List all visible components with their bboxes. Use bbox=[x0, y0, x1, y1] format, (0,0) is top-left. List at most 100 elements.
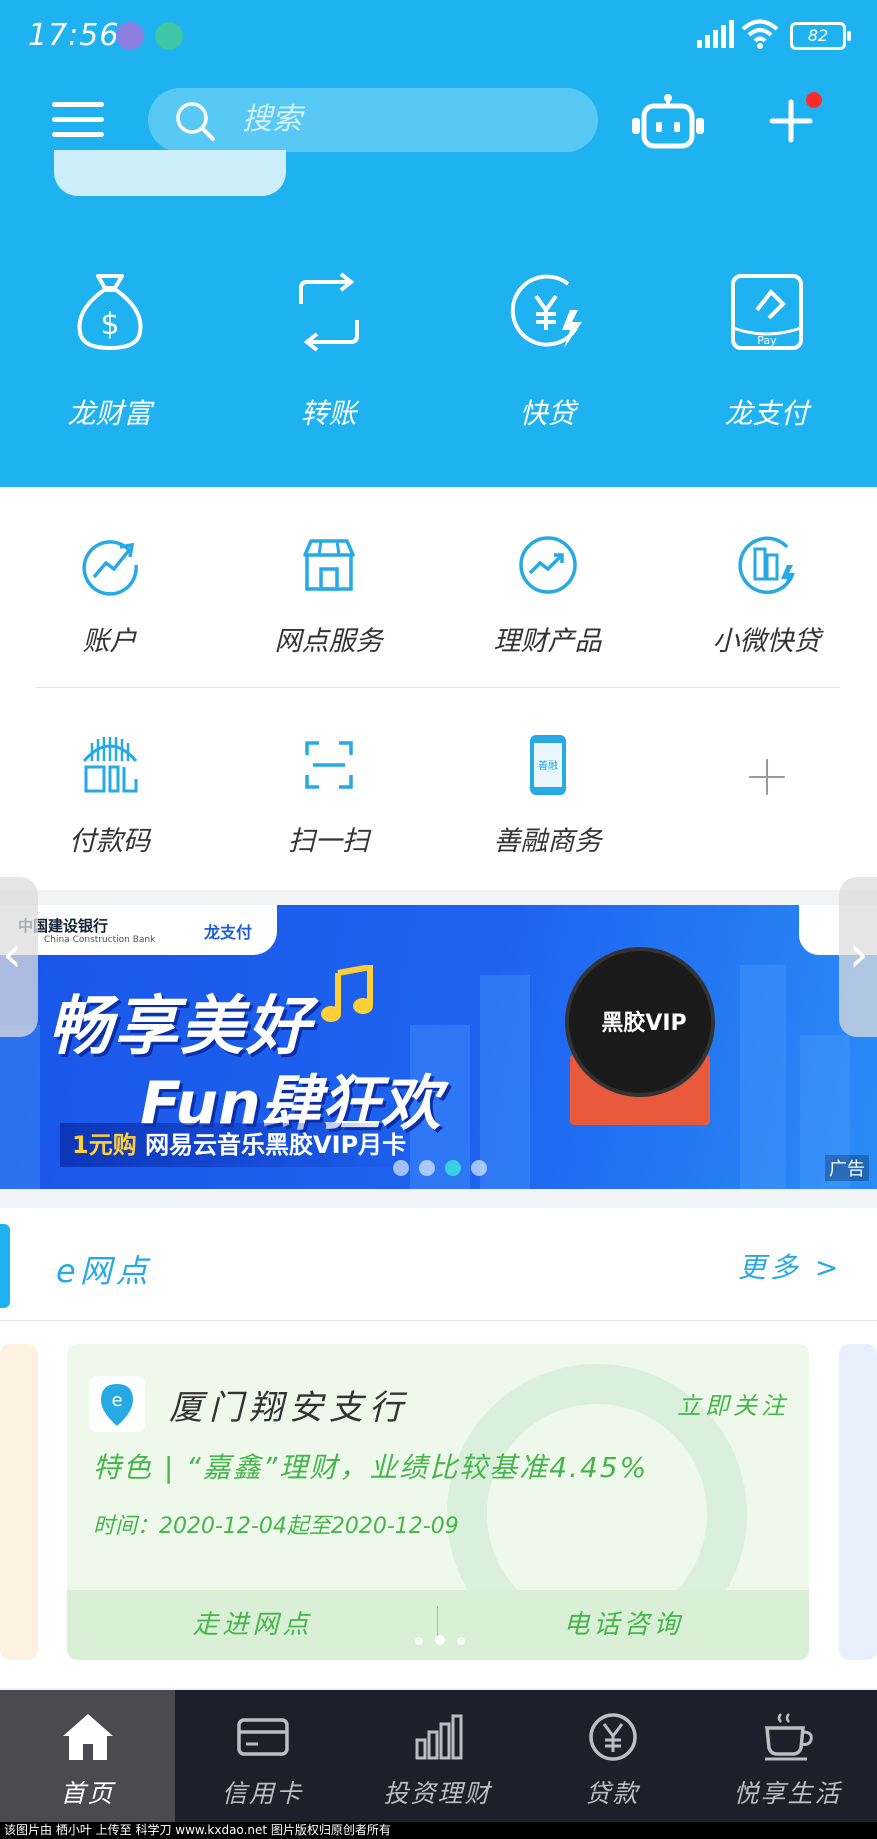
banner-next-button[interactable]: › bbox=[839, 877, 877, 1037]
offer-text: 网易云音乐黑胶VIP月卡 bbox=[145, 1131, 407, 1159]
section-accent bbox=[0, 1224, 10, 1308]
quick-action-long-pay[interactable]: Pay 龙支付 bbox=[657, 270, 876, 450]
card-dot-active bbox=[435, 1635, 445, 1645]
status-bar: 17:56 82 bbox=[0, 0, 877, 70]
long-pay-icon: Pay bbox=[730, 274, 803, 350]
service-scan[interactable]: 扫一扫 bbox=[219, 733, 438, 883]
search-bar[interactable] bbox=[148, 88, 598, 152]
service-shanrong[interactable]: 善融 善融商务 bbox=[438, 733, 657, 883]
prev-branch-card[interactable] bbox=[0, 1344, 38, 1660]
promo-banner[interactable]: 中国建设银行 China Construction Bank 龙支付 畅享美好 … bbox=[0, 905, 877, 1189]
branch-feature: 特色 | “嘉鑫”理财，业绩比较基准4.45% bbox=[93, 1451, 649, 1484]
shanrong-commerce-icon: 善融 bbox=[529, 735, 566, 795]
vinyl-label: 黑胶VIP bbox=[601, 1011, 687, 1036]
banner-pagination bbox=[393, 1160, 497, 1180]
tab-label: 投资理财 bbox=[383, 1779, 492, 1808]
tab-label: 信用卡 bbox=[221, 1779, 303, 1808]
service-label: 账户 bbox=[82, 626, 137, 657]
banner-offer: 1元购 网易云音乐黑胶VIP月卡 bbox=[60, 1123, 419, 1167]
quick-action-label: 龙财富 bbox=[67, 397, 152, 430]
banner-decoration bbox=[480, 975, 530, 1189]
bank-brand-bar: 中国建设银行 China Construction Bank 龙支付 bbox=[0, 905, 277, 955]
service-small-loan[interactable]: 小微快贷 bbox=[657, 533, 876, 683]
quick-actions: $ 龙财富 转账 快贷 Pay 龙支付 bbox=[0, 270, 877, 450]
top-header-area: 17:56 82 搜索 $ 龙财富 转账 快贷 Pay 龙支付 bbox=[0, 0, 877, 487]
moon-icon bbox=[116, 22, 144, 50]
section-title: e网点 bbox=[56, 1252, 152, 1290]
search-icon bbox=[176, 102, 215, 141]
credit-card-icon bbox=[236, 1718, 289, 1756]
next-branch-card[interactable] bbox=[839, 1344, 877, 1660]
service-label: 小微快贷 bbox=[712, 626, 821, 657]
investment-chart-icon bbox=[415, 1714, 462, 1760]
tab-label: 首页 bbox=[60, 1779, 115, 1808]
branch-store-icon bbox=[302, 539, 355, 591]
quick-action-label: 龙支付 bbox=[724, 397, 809, 430]
banner-dot-active bbox=[445, 1160, 461, 1176]
money-bag-icon: $ bbox=[77, 274, 142, 351]
app-notification-icon bbox=[155, 22, 183, 50]
menu-button[interactable] bbox=[52, 100, 108, 140]
branch-period: 时间：2020-12-04起至2020-12-09 bbox=[93, 1514, 459, 1539]
section-divider bbox=[0, 1320, 877, 1321]
chevron-left-icon: ‹ bbox=[2, 925, 22, 983]
branch-location-icon: e bbox=[89, 1376, 145, 1432]
svg-text:善融: 善融 bbox=[538, 759, 558, 772]
card-dot bbox=[457, 1637, 465, 1645]
card-dot bbox=[415, 1637, 423, 1645]
tab-home[interactable]: 首页 bbox=[0, 1690, 175, 1822]
svg-text:e: e bbox=[111, 1390, 122, 1411]
banner-prev-button[interactable]: ‹ bbox=[0, 877, 38, 1037]
search-input[interactable] bbox=[242, 96, 572, 144]
phone-consult-button[interactable]: 电话咨询 bbox=[438, 1590, 809, 1660]
service-payment-code[interactable]: 付款码 bbox=[0, 733, 219, 883]
visit-branch-button[interactable]: 走进网点 bbox=[67, 1590, 438, 1660]
quick-action-long-wealth[interactable]: $ 龙财富 bbox=[0, 270, 219, 450]
header-pill-decoration bbox=[54, 150, 286, 196]
quick-action-label: 快贷 bbox=[519, 397, 576, 430]
robot-assistant-icon[interactable] bbox=[630, 94, 706, 150]
status-time: 17:56 bbox=[28, 18, 120, 53]
service-label: 付款码 bbox=[69, 826, 150, 857]
svg-text:Pay: Pay bbox=[757, 334, 777, 347]
service-account[interactable]: 账户 bbox=[0, 533, 219, 683]
tab-loan[interactable]: 贷款 bbox=[525, 1690, 700, 1822]
more-link[interactable]: 更多 > bbox=[738, 1246, 842, 1286]
card-action-bar: 走进网点 电话咨询 bbox=[67, 1590, 809, 1660]
grid-divider bbox=[36, 687, 840, 688]
transfer-icon bbox=[298, 272, 359, 352]
bank-name-en: China Construction Bank bbox=[44, 935, 156, 945]
add-service-button[interactable] bbox=[657, 733, 876, 883]
offer-price: 1元购 bbox=[72, 1131, 137, 1159]
home-icon bbox=[62, 1714, 113, 1760]
service-label: 理财产品 bbox=[493, 626, 602, 657]
svg-text:$: $ bbox=[100, 307, 119, 342]
wifi-icon bbox=[741, 19, 779, 49]
card-pagination bbox=[415, 1630, 477, 1649]
plus-icon bbox=[748, 759, 785, 795]
service-label: 善融商务 bbox=[493, 826, 602, 857]
branch-name: 厦门翔安支行 bbox=[169, 1388, 409, 1428]
footer-watermark: 该图片由 栖小叶 上传至 科学刀 www.kxdao.net 图片版权归原创者所… bbox=[0, 1822, 877, 1839]
tab-label: 悦享生活 bbox=[733, 1779, 842, 1808]
service-branch[interactable]: 网点服务 bbox=[219, 533, 438, 683]
quick-action-transfer[interactable]: 转账 bbox=[219, 270, 438, 450]
ad-tag: 广告 bbox=[825, 1155, 869, 1181]
quick-action-label: 转账 bbox=[300, 397, 357, 430]
tab-investment[interactable]: 投资理财 bbox=[350, 1690, 525, 1822]
follow-button[interactable]: 立即关注 bbox=[677, 1386, 789, 1421]
small-business-loan-icon bbox=[737, 536, 795, 595]
banner-headline: 畅享美好 bbox=[48, 990, 312, 1064]
service-wealth-product[interactable]: 理财产品 bbox=[438, 533, 657, 683]
payment-code-icon bbox=[82, 737, 137, 793]
chevron-right-icon: › bbox=[849, 925, 869, 983]
tab-life[interactable]: 悦享生活 bbox=[700, 1690, 875, 1822]
add-button[interactable] bbox=[766, 92, 822, 146]
quick-action-quick-loan[interactable]: 快贷 bbox=[438, 270, 657, 450]
banner-dot bbox=[471, 1160, 487, 1176]
banner-dot bbox=[393, 1160, 409, 1176]
long-pay-brand: 龙支付 bbox=[204, 923, 253, 942]
tab-credit-card[interactable]: 信用卡 bbox=[175, 1690, 350, 1822]
branch-card[interactable]: e 厦门翔安支行 立即关注 特色 | “嘉鑫”理财，业绩比较基准4.45% 时间… bbox=[67, 1344, 809, 1660]
loan-yen-icon bbox=[588, 1713, 637, 1761]
